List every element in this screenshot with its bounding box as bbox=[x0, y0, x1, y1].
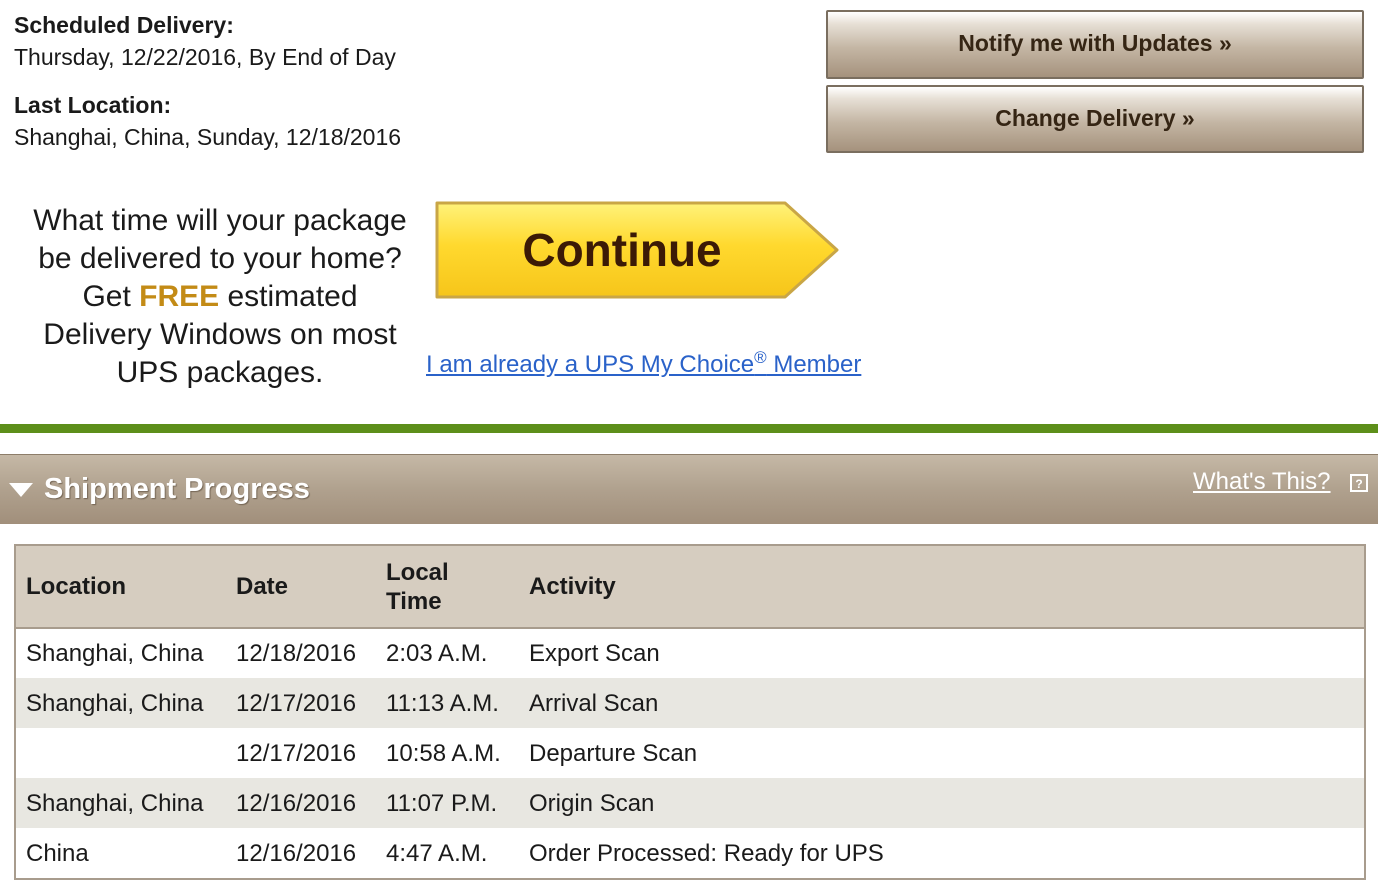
cell-date: 12/17/2016 bbox=[236, 689, 357, 717]
promo-line-3-pre: Get bbox=[82, 280, 140, 313]
scheduled-delivery-value: Thursday, 12/22/2016, By End of Day bbox=[14, 44, 396, 70]
shipment-progress-table: Location Date Local Time Activity Shangh… bbox=[14, 544, 1366, 880]
cell-date: 12/16/2016 bbox=[236, 789, 357, 817]
cell-local-time: 10:58 A.M. bbox=[386, 739, 501, 767]
cell-activity: Arrival Scan bbox=[529, 689, 659, 717]
table-header-row: Location Date Local Time Activity bbox=[16, 546, 1364, 629]
svg-text:?: ? bbox=[1355, 477, 1362, 491]
continue-label: Continue bbox=[522, 224, 722, 276]
change-delivery-button[interactable]: Change Delivery » bbox=[826, 85, 1364, 153]
notify-updates-button[interactable]: Notify me with Updates » bbox=[826, 10, 1364, 79]
cell-date: 12/17/2016 bbox=[236, 739, 357, 767]
cell-location bbox=[16, 728, 226, 778]
scheduled-delivery-label: Scheduled Delivery: bbox=[14, 12, 234, 38]
member-link-text: I am already a UPS My Choice bbox=[426, 351, 755, 378]
section-divider bbox=[0, 424, 1378, 433]
cell-date: 12/18/2016 bbox=[236, 640, 357, 667]
promo-line-4: Delivery Windows on most bbox=[43, 318, 397, 351]
cell-activity: Export Scan bbox=[529, 640, 660, 667]
cell-activity: Order Processed: Ready for UPS bbox=[529, 839, 884, 867]
table-row: 12/17/2016 10:58 A.M. Departure Scan bbox=[16, 728, 1364, 778]
table-row: Shanghai, China 12/16/2016 11:07 P.M. Origi… bbox=[16, 778, 1364, 828]
cell-location: Shanghai, China bbox=[26, 789, 204, 817]
whats-this-link[interactable]: What's This? bbox=[1193, 467, 1331, 497]
cell-local-time: 11:07 P.M. bbox=[386, 789, 498, 817]
member-link-suffix: Member bbox=[766, 351, 862, 378]
promo-line-2: be delivered to your home? bbox=[38, 242, 402, 275]
cell-activity: Origin Scan bbox=[529, 789, 655, 817]
promo-free-highlight: FREE bbox=[139, 280, 220, 313]
local-time-header-text: Local Time bbox=[386, 558, 449, 615]
triangle-down-icon[interactable] bbox=[8, 481, 34, 499]
cell-local-time: 4:47 A.M. bbox=[386, 839, 488, 867]
column-header-date: Date bbox=[226, 546, 376, 629]
column-header-activity: Activity bbox=[519, 546, 1364, 629]
my-choice-promo: What time will your package be delivered… bbox=[10, 202, 430, 392]
table-row: Shanghai, China 12/18/2016 2:03 A.M. Export… bbox=[16, 628, 1364, 678]
my-choice-member-link[interactable]: I am already a UPS My Choice® Member bbox=[426, 348, 862, 380]
registered-mark: ® bbox=[754, 348, 767, 367]
table-row: China 12/16/2016 4:47 A.M. Order Processed:… bbox=[16, 828, 1364, 878]
promo-line-3-post: estimated bbox=[219, 280, 358, 313]
cell-local-time: 2:03 A.M. bbox=[386, 640, 488, 667]
shipment-progress-title[interactable]: Shipment Progress bbox=[44, 471, 310, 507]
promo-line-1: What time will your package bbox=[33, 204, 407, 237]
continue-button[interactable]: Continue bbox=[433, 199, 841, 301]
cell-local-time: 11:13 A.M. bbox=[386, 689, 499, 717]
last-location-label: Last Location: bbox=[14, 92, 172, 118]
table-row: Shanghai, China 12/17/2016 11:13 A.M. Arriv… bbox=[16, 678, 1364, 728]
cell-date: 12/16/2016 bbox=[236, 839, 357, 867]
column-header-local-time: Local Time bbox=[376, 546, 519, 629]
column-header-location: Location bbox=[16, 546, 226, 629]
cell-activity: Departure Scan bbox=[529, 739, 698, 767]
shipment-progress-header: Shipment Progress What's This? ? bbox=[0, 454, 1378, 524]
cell-location: Shanghai, China bbox=[26, 689, 204, 717]
promo-line-3: Get FREE estimated bbox=[10, 278, 430, 316]
cell-location: Shanghai, China bbox=[26, 640, 204, 667]
last-location-value: Shanghai, China, Sunday, 12/18/2016 bbox=[14, 124, 402, 150]
cell-location: China bbox=[26, 839, 89, 867]
promo-line-5: UPS packages. bbox=[116, 356, 324, 389]
help-icon[interactable]: ? bbox=[1350, 474, 1368, 492]
